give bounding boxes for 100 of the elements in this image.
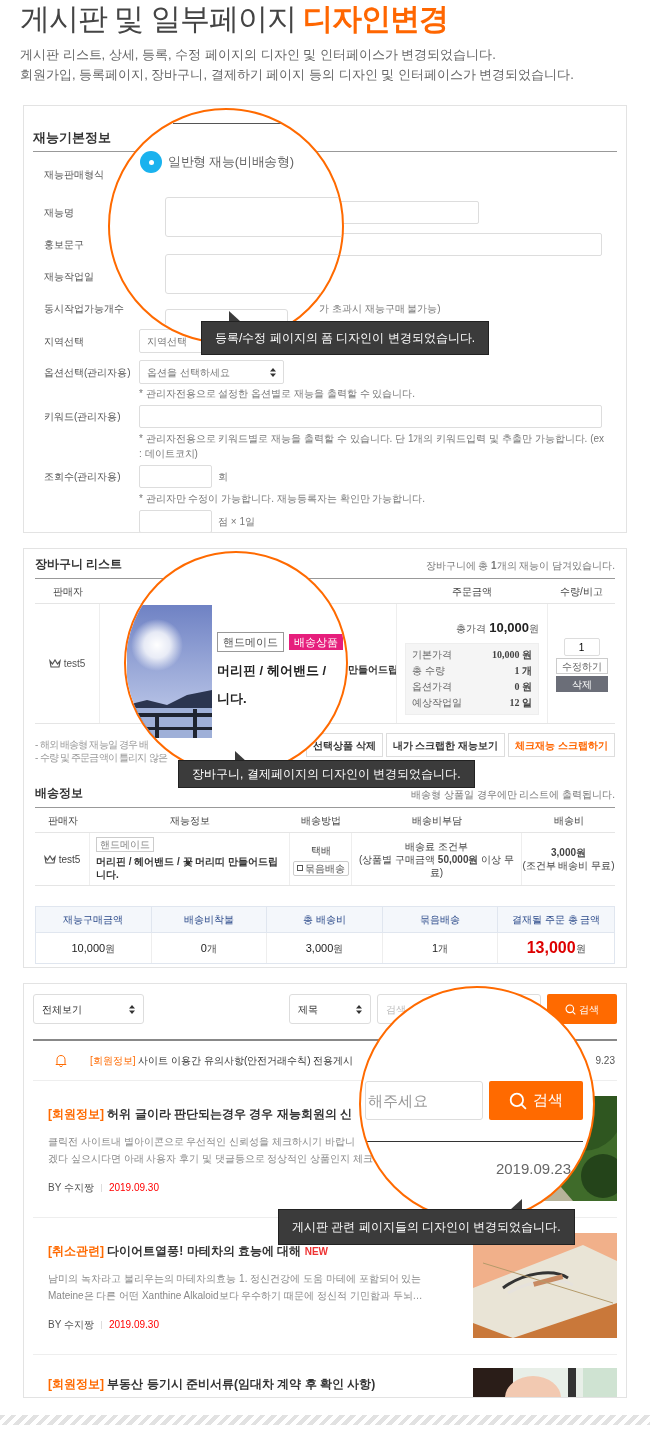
column-header: 수량/비고 [559,584,604,599]
callout-tooltip: 등록/수정 페이지의 폼 디자인이 변경되었습니다. [201,321,489,355]
post-date: 2019.09.30 [108,1181,159,1195]
price-label: 예상작업일 [412,696,462,710]
callout-tooltip: 게시판 관련 페이지들의 디자인이 변경되었습니다. [278,1209,575,1245]
intro-text: 회원가입, 등록페이지, 장바구니, 결제하기 페이지 등의 디자인 및 인터페이스가 변경되었습니다. [20,66,575,84]
bell-icon [55,1054,67,1067]
column-header: 재능정보 [169,813,211,828]
column-header: 주문금액 [451,584,493,599]
search-icon [565,1003,576,1015]
price-value: 0 원 [514,680,532,694]
post-date: 2019.09.30 [108,1318,159,1332]
crown-icon [43,854,56,864]
notice-title: [회원정보] 사이트 이용간 유의사항(안전거래수칙) 전용게시 [90,1054,354,1068]
notice-date: 9.23 [595,1054,616,1068]
crown-icon [48,659,61,668]
field-label: 홍보문구 [43,237,85,252]
category-tag: 핸드메이드 [96,837,154,852]
note-text: - 해외 배송형 재능일 경우 배 [35,738,150,751]
shipping-fee: 3,000원 [551,846,586,859]
select-field[interactable]: 옵션을 선택하세요 [139,360,284,384]
section-heading: 배송정보 [35,785,83,802]
field-label: 옵션선택(관리자용) [43,365,132,380]
bundle-button[interactable]: 묶음배송 [292,860,349,876]
field-label: 재능작업일 [43,269,95,284]
total-value: 3,000원 [267,933,383,963]
text-field[interactable] [165,197,342,237]
quantity-field[interactable]: 1 [563,638,600,656]
edit-button[interactable]: 수정하기 [555,658,608,674]
unit-label: 점 × 1일 [218,515,255,529]
category-tag: 핸드메이드 [217,632,284,652]
price-label: 총 수량 [412,664,445,678]
post-title: [회원정보] 부동산 등기시 준비서류(임대차 계약 후 확인 사항) [48,1376,377,1393]
price-label: 옵션가격 [412,680,452,694]
price-value: 12 일 [509,696,532,710]
unit-label: 회 [218,469,228,484]
cart-summary: 장바구니에 총 1개의 재능이 담겨있습니다. [425,559,615,573]
category-tag: 배송상품 [289,634,343,650]
box-icon [296,865,303,871]
column-header: 배송방법 [300,813,342,828]
column-header: 재능구매금액 [36,907,152,932]
post-excerpt: 겠다 싶으시다면 아래 사용자 후기 및 댓글등으로 정상적인 상품인지 체크 [48,1152,374,1166]
field-select[interactable]: 제목 [289,994,371,1024]
total-value: 1개 [382,933,499,963]
text-field[interactable] [139,404,602,428]
column-header: 총 배송비 [267,907,383,932]
post-title: [회원정보] 허위 글이라 판단되는경우 경우 재능회원의 신 [48,1106,353,1123]
post-excerpt: 클릭전 사이트내 별아이콘으로 우선적인 신뢰성을 체크하시기 바랍니 [48,1135,356,1149]
fee-terms: 배송료 조건부 [405,839,468,853]
help-text: * 관리자전용으로 설정한 옵션별로 재능을 출력할 수 있습니다. [138,387,417,401]
search-field[interactable]: 해주세요 [365,1081,483,1120]
post-author: BY 수지짱 [48,1181,94,1195]
column-header: 배송비착불 [151,907,268,932]
help-text: 가 초과시 재능구매 불가능) [319,301,441,316]
price-value: 10,000 원 [492,648,532,662]
radio-label: 일반형 재능(비배송형) [168,153,294,172]
post-author: BY 수지짱 [48,1318,94,1332]
price-value: 1 개 [514,664,532,678]
shipping-method: 택배 [310,843,331,858]
intro-text: 게시판 리스트, 상세, 등록, 수정 페이지의 디자인 및 인터페이스가 변경되었습니다. [20,46,497,64]
caret-icon [356,1004,362,1014]
text-field[interactable] [139,510,212,532]
field-label: 키워드(관리자용) [43,409,122,424]
section-heading: 장바구니 리스트 [35,556,123,573]
total-value: 10,000원 [36,933,152,963]
price-label: 기본가격 [412,648,452,662]
total-price: 총가격 10,000원 [455,619,539,637]
product-title: 머리핀 / 헤어밴드 / [217,662,327,680]
column-header: 배송비 [552,813,585,828]
help-text: * 관리자전용으로 키워드별로 재능을 출력할 수 있습니다. 단 1개의 키워드입력 및 추출만 가능합니다. (ex : 데이트코치) [138,432,606,461]
radio-button[interactable] [140,151,162,173]
shipping-note: 배송형 상품일 경우에만 리스트에 출력됩니다. [411,788,615,802]
page-title: 게시판 및 일부페이지 디자인변경 [20,1,449,37]
delete-button[interactable]: 삭제 [555,676,608,692]
total-value: 0개 [151,933,268,963]
search-icon [509,1091,527,1110]
help-text: * 관리자만 수정이 가능합니다. 재능등록자는 확인만 가능합니다. [138,492,427,506]
seller-name: test5 [63,657,86,671]
post-excerpt: Mateine은 다른 어떤 Xanthine Alkaloid보다 우수하기 때문에 정신적 기민함과 두뇌… [48,1289,424,1303]
category-select[interactable]: 전체보기 [33,994,144,1024]
product-title: 만들어드립 [348,664,398,675]
action-button[interactable]: 내가 스크랩한 재능보기 [385,733,506,757]
post-title: [취소관련] 다이어트열풍! 마테차의 효능에 대해 NEW [48,1243,329,1260]
field-label: 재능판매형식 [43,167,105,182]
post-excerpt: 남미의 녹차라고 불리우는의 마테차의효능 1. 정신건강에 도움 마테에 포함되어 있는 [48,1272,423,1286]
column-header: 판매자 [46,813,79,828]
note-text: - 수량 및 주문금액이 틀리지 않은 [35,751,168,764]
seller-name: test5 [58,852,81,867]
field-label: 조회수(관리자용) [43,469,122,484]
field-label: 동시작업가능개수 [43,301,125,316]
action-button[interactable]: 선택상품 삭제 [305,733,383,757]
field-label: 지역선택 [43,334,85,349]
product-title: 니다. [217,690,248,708]
fee-detail: (조건부 배송비 무료) [522,859,615,872]
post-date: 2019.09.23 [495,1159,571,1179]
fee-terms-detail: (상품별 구매금액 50,000원 이상 무료) [357,852,515,879]
column-header: 결재될 주문 총 금액 [511,913,602,927]
text-field[interactable] [139,464,212,488]
callout-tooltip: 장바구니, 결제페이지의 디자인이 변경되었습니다. [178,760,475,788]
field-label: 재능명 [43,205,75,220]
